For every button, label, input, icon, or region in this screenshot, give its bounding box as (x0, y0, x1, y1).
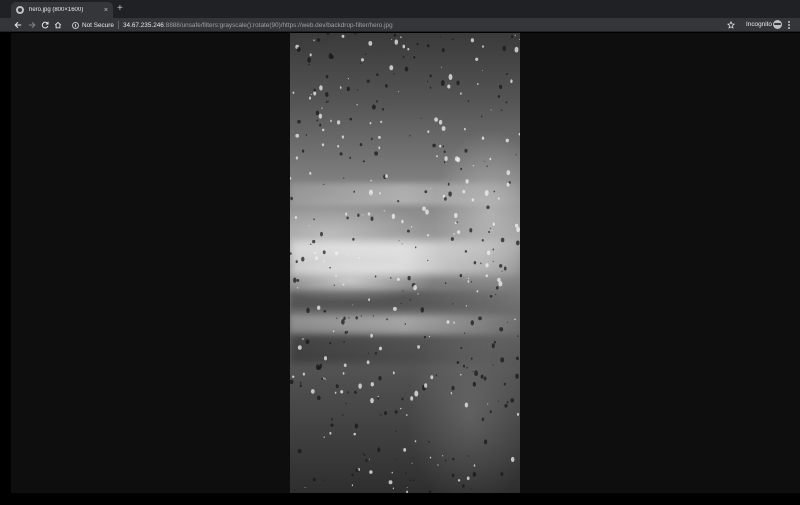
browser-window: hero.jpg (800×1600) × + Not Secure 34.67… (0, 0, 800, 505)
star-icon (727, 21, 735, 29)
page-viewport (11, 33, 800, 493)
home-icon (54, 21, 62, 29)
new-tab-button[interactable]: + (117, 3, 123, 15)
arrow-right-icon (28, 21, 36, 29)
reload-icon (41, 21, 49, 29)
incognito-label[interactable]: Incognito (746, 21, 772, 28)
raindrops-overlay (290, 33, 520, 493)
url-text[interactable]: 34.67.235.246:8888/unsafe/filters:graysc… (123, 22, 393, 29)
home-button[interactable] (52, 18, 64, 32)
bookmark-star-button[interactable] (726, 18, 736, 32)
reload-button[interactable] (39, 18, 51, 32)
info-icon[interactable] (72, 21, 79, 29)
arrow-left-icon (14, 21, 22, 29)
forward-button[interactable] (26, 18, 38, 32)
divider (117, 21, 119, 29)
url-host: 34.67.235.246 (122, 21, 164, 29)
tab-hero-jpg[interactable]: hero.jpg (800×1600) × (11, 2, 113, 18)
back-button[interactable] (12, 18, 24, 32)
url-path: :8888/unsafe/filters:grayscale():rotate(… (163, 21, 393, 29)
tab-title: hero.jpg (800×1600) (29, 7, 84, 13)
incognito-icon[interactable] (773, 20, 782, 29)
kebab-menu-icon[interactable] (786, 20, 792, 30)
globe-icon (16, 6, 24, 14)
address-bar[interactable]: Not Secure 34.67.235.246:8888/unsafe/fil… (66, 19, 742, 31)
window-bottom-edge (0, 493, 800, 505)
toolbar: Not Secure 34.67.235.246:8888/unsafe/fil… (0, 18, 800, 32)
security-label[interactable]: Not Secure (82, 22, 114, 29)
tab-strip: hero.jpg (800×1600) × + (0, 0, 800, 18)
rain-window-image (290, 33, 520, 493)
tab-close-icon[interactable]: × (104, 7, 108, 14)
